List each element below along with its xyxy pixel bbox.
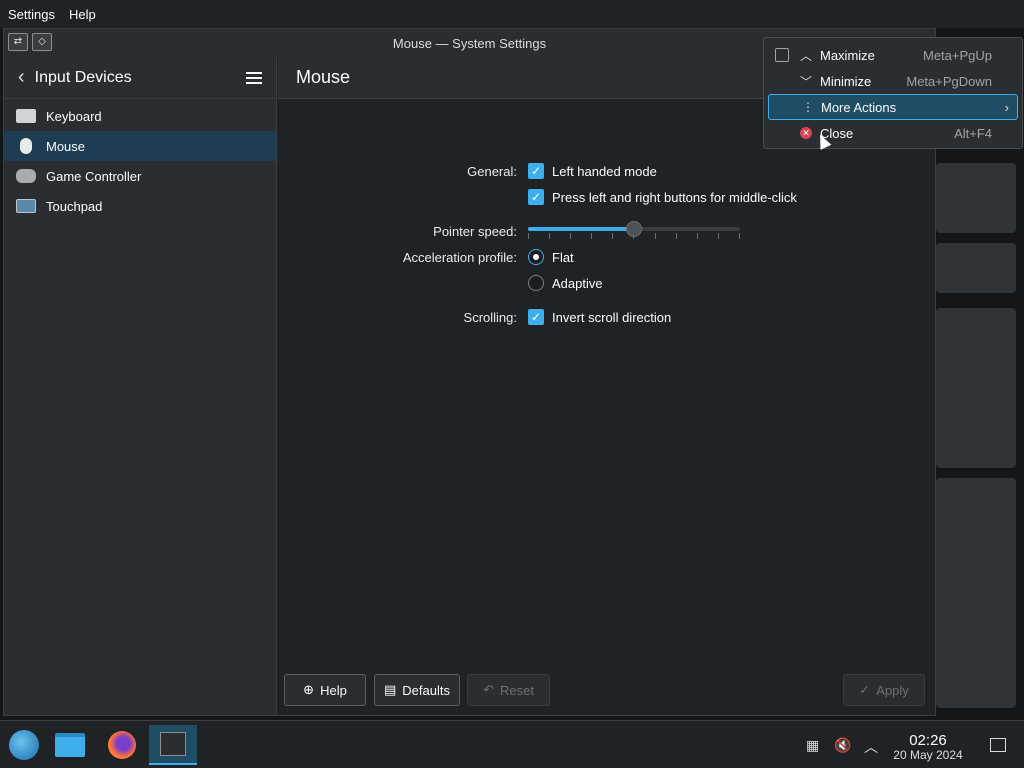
- sidebar-title[interactable]: Input Devices: [35, 69, 246, 87]
- apply-button-label: Apply: [876, 682, 909, 698]
- checkmark-icon: ✓: [859, 682, 871, 697]
- help-icon: ⊕: [303, 682, 315, 697]
- hamburger-menu-icon[interactable]: [246, 71, 262, 84]
- touchpad-icon: [16, 199, 36, 213]
- volume-muted-icon[interactable]: 🔇: [834, 737, 851, 754]
- chevron-down-icon: ﹀: [800, 74, 813, 89]
- clock-time[interactable]: 02:26: [880, 732, 976, 749]
- close-icon: ✕: [800, 127, 812, 139]
- defaults-button-label: Defaults: [402, 682, 450, 698]
- invert-scroll-label: Invert scroll direction: [552, 309, 672, 325]
- keyboard-icon: [16, 109, 36, 123]
- clipboard-icon[interactable]: ▦: [806, 737, 819, 754]
- accel-adaptive-row: Adaptive: [278, 273, 935, 293]
- general-row: General: ✓ Left handed mode: [278, 161, 935, 181]
- middle-click-checkbox[interactable]: ✓: [528, 189, 544, 205]
- menu-item-label: Minimize: [820, 73, 872, 89]
- sidebar: ‹ Input Devices Keyboard Mouse Game Cont…: [4, 57, 277, 715]
- document-icon: ▤: [384, 682, 397, 697]
- accel-flat-row: Acceleration profile: Flat: [278, 247, 935, 267]
- left-handed-label: Left handed mode: [552, 163, 657, 179]
- middle-click-row: ✓ Press left and right buttons for middl…: [278, 187, 935, 207]
- mouse-icon: [20, 138, 32, 154]
- menu-item-close[interactable]: ✕ Close Alt+F4: [768, 121, 1018, 145]
- menu-settings[interactable]: Settings: [8, 7, 55, 22]
- reset-button[interactable]: ↶ Reset: [467, 674, 550, 706]
- defaults-button[interactable]: ▤ Defaults: [374, 674, 460, 706]
- sidebar-header: ‹ Input Devices: [4, 57, 276, 99]
- accel-adaptive-label: Adaptive: [552, 275, 603, 291]
- sidebar-item-label: Keyboard: [46, 108, 102, 124]
- back-arrow-icon[interactable]: ‹: [18, 66, 25, 89]
- reset-button-label: Reset: [499, 682, 534, 698]
- menu-help[interactable]: Help: [69, 7, 96, 22]
- file-manager-icon[interactable]: [46, 725, 94, 765]
- left-handed-checkbox[interactable]: ✓: [528, 163, 544, 179]
- submenu-arrow-icon: ›: [1004, 99, 1009, 115]
- taskbar: ▦ 🔇 ︿ 02:26 20 May 2024: [0, 720, 1024, 768]
- background-widget: [936, 308, 1016, 468]
- sidebar-item-mouse[interactable]: Mouse: [4, 131, 276, 161]
- help-button[interactable]: ⊕ Help: [284, 674, 366, 706]
- menu-item-shortcut: Alt+F4: [954, 125, 992, 141]
- general-label: General:: [467, 163, 517, 179]
- pointer-speed-label: Pointer speed:: [433, 223, 517, 239]
- scrolling-row: Scrolling: ✓ Invert scroll direction: [278, 307, 935, 327]
- background-widget: [936, 243, 1016, 293]
- slider-fill: [528, 227, 634, 231]
- invert-scroll-checkbox[interactable]: ✓: [528, 309, 544, 325]
- menu-item-shortcut: Meta+PgUp: [922, 47, 992, 63]
- menu-item-maximize[interactable]: ︿ Maximize Meta+PgUp: [768, 43, 1018, 67]
- background-widget: [936, 163, 1016, 233]
- maximize-checkbox[interactable]: [775, 48, 789, 62]
- menu-item-shortcut: Meta+PgDown: [906, 73, 992, 89]
- sidebar-item-label: Touchpad: [46, 198, 103, 214]
- main-content: Mouse General: ✓ Left handed mode ✓ Pres…: [278, 57, 935, 715]
- accel-adaptive-radio[interactable]: [528, 275, 544, 291]
- keep-above-icon[interactable]: ◇: [32, 33, 52, 51]
- help-button-label: Help: [320, 682, 347, 698]
- scrolling-label: Scrolling:: [463, 309, 517, 325]
- sidebar-item-label: Game Controller: [46, 168, 142, 184]
- slider-handle[interactable]: [626, 221, 642, 237]
- sidebar-item-label: Mouse: [46, 138, 86, 154]
- menu-item-label: More Actions: [821, 99, 897, 115]
- clock-date[interactable]: 20 May 2024: [880, 748, 976, 762]
- system-settings-icon[interactable]: [149, 725, 197, 765]
- menu-item-label: Maximize: [820, 47, 875, 63]
- menu-item-more-actions[interactable]: ⋮ More Actions ›: [768, 94, 1018, 120]
- global-menubar: Settings Help: [0, 0, 1024, 28]
- apply-button[interactable]: ✓ Apply: [843, 674, 925, 706]
- chevron-up-icon: ︿: [800, 48, 813, 63]
- undo-icon: ↶: [483, 682, 494, 697]
- start-menu-icon[interactable]: [0, 725, 48, 765]
- window-title: Mouse — System Settings: [392, 35, 547, 51]
- accel-flat-label: Flat: [552, 249, 574, 265]
- menu-item-minimize[interactable]: ﹀ Minimize Meta+PgDown: [768, 69, 1018, 93]
- sidebar-item-keyboard[interactable]: Keyboard: [4, 101, 276, 131]
- pointer-speed-row: Pointer speed:: [278, 221, 935, 241]
- more-vertical-icon: ⋮: [802, 100, 814, 114]
- window-context-menu: ︿ Maximize Meta+PgUp ﹀ Minimize Meta+PgD…: [763, 37, 1023, 149]
- firefox-icon[interactable]: [98, 725, 146, 765]
- gamepad-icon: [16, 169, 36, 183]
- sidebar-item-touchpad[interactable]: Touchpad: [4, 191, 276, 221]
- pin-icon[interactable]: ⇄: [8, 33, 28, 51]
- middle-click-label: Press left and right buttons for middle-…: [552, 189, 797, 205]
- pointer-speed-slider[interactable]: [528, 221, 740, 242]
- accel-label: Acceleration profile:: [402, 249, 517, 265]
- chevron-up-icon[interactable]: ︿: [864, 737, 878, 757]
- show-desktop-icon[interactable]: [990, 738, 1006, 752]
- accel-flat-radio[interactable]: [528, 249, 544, 265]
- background-widget: [936, 478, 1016, 708]
- sidebar-item-game-controller[interactable]: Game Controller: [4, 161, 276, 191]
